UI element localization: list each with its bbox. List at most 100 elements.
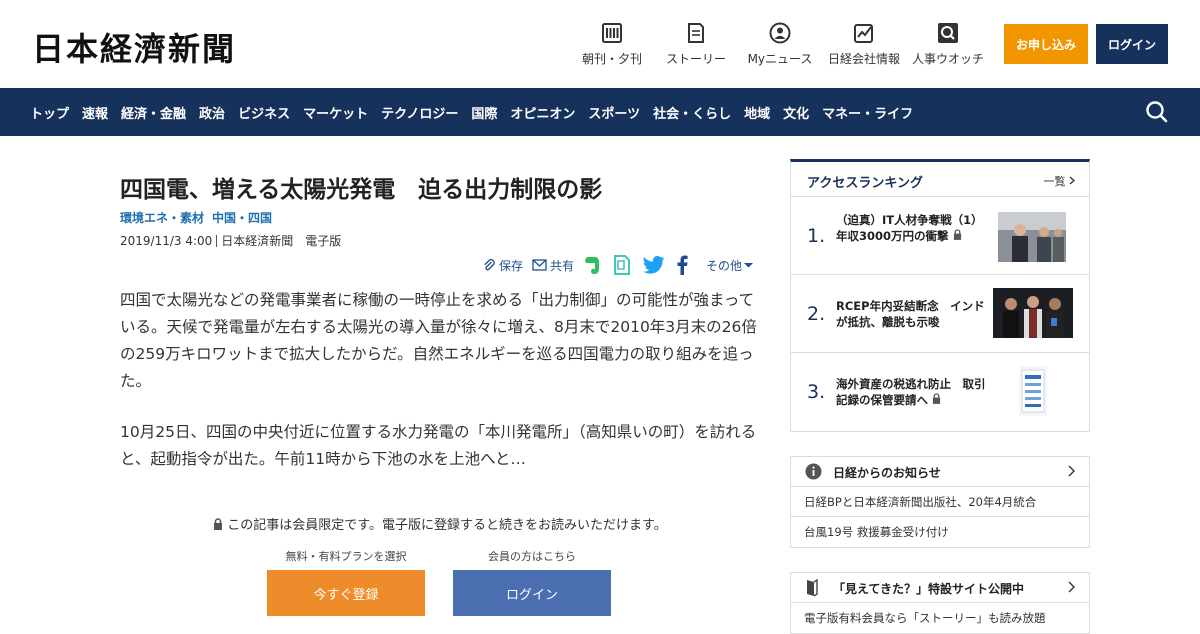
share-label: 共有 — [550, 258, 575, 273]
plan-select-label: 無料・有料プランを選択 — [285, 550, 407, 563]
access-ranking: アクセスランキング 一覧 1. （迫真）IT人材争奪戦（1） 年収3000万円の… — [790, 159, 1090, 432]
nav-story[interactable]: ストーリー — [651, 22, 741, 67]
search-icon[interactable] — [1145, 100, 1169, 124]
nav-newspaper-label: 朝刊・夕刊 — [581, 52, 642, 66]
register-now-button[interactable]: 今すぐ登録 — [267, 570, 425, 616]
top-header: 日本経濟新聞 朝刊・夕刊 ストーリー Myニュース 日経会社情報 人事ウオッチ … — [0, 0, 1200, 88]
share-button[interactable]: 共有 — [532, 257, 574, 274]
ranking-headline-text: （迫真）IT人材争奪戦（1） 年収3000万円の衝撃 — [836, 213, 989, 243]
promo-box: 「見えてきた？」特設サイト公開中 電子版有料会員なら「ストーリー」も読み放題 — [790, 572, 1090, 634]
ranking-number: 2. — [807, 303, 826, 325]
article-paragraph: 10月25日、四国の中央付近に位置する水力発電の「本川発電所」（高知県いの町）を… — [120, 423, 757, 468]
more-share-label: その他 — [706, 258, 743, 273]
promo-title: 「見えてきた？」特設サイト公開中 — [833, 582, 1025, 596]
ranking-item-3[interactable]: 3. 海外資産の税逃れ防止 取引記録の保管要請へ — [791, 353, 1089, 431]
note-button[interactable] — [613, 255, 634, 275]
ranking-thumbnail — [993, 288, 1073, 338]
category-list: トップ 速報 経済・金融 政治 ビジネス マーケット テクノロジー 国際 オピニ… — [30, 88, 913, 136]
article-paragraph: 四国で太陽光などの発電事業者に稼働の一時停止を求める「出力制御」の可能性が強まっ… — [120, 291, 757, 390]
nav-item-money-life[interactable]: マネー・ライフ — [822, 103, 913, 122]
facebook-icon — [677, 255, 688, 275]
article-meta: 2019/11/3 4:00 日本経済新聞 電子版 — [120, 232, 341, 249]
save-label: 保存 — [499, 258, 524, 273]
nav-item-breaking[interactable]: 速報 — [82, 103, 108, 122]
nav-item-culture[interactable]: 文化 — [783, 103, 809, 122]
nav-item-economy[interactable]: 経済・金融 — [121, 103, 186, 122]
user-icon — [769, 22, 791, 44]
nav-item-region[interactable]: 地域 — [744, 103, 770, 122]
article-title: 四国電、増える太陽光発電 迫る出力制限の影 — [120, 177, 603, 203]
apply-button[interactable]: お申し込み — [1004, 24, 1088, 64]
ranking-more-link[interactable]: 一覧 — [1044, 173, 1076, 189]
caret-down-icon — [744, 263, 754, 268]
paywall-notice: この記事は会員限定です。電子版に登録すると続きをお読みいただけます。 — [120, 514, 760, 533]
nav-company-info-label: 日経会社情報 — [827, 52, 900, 66]
lock-icon — [932, 393, 941, 404]
nav-item-market[interactable]: マーケット — [303, 103, 368, 122]
ranking-headline: 海外資産の税逃れ防止 取引記録の保管要請へ — [836, 376, 986, 408]
share-toolbar: 保存 共有 その他 — [482, 255, 765, 275]
more-share-button[interactable]: その他 — [706, 257, 756, 274]
nav-mynews[interactable]: Myニュース — [735, 22, 825, 67]
meta-divider — [216, 235, 218, 247]
nav-item-politics[interactable]: 政治 — [199, 103, 225, 122]
lock-icon — [214, 518, 223, 530]
category-navbar: トップ 速報 経済・金融 政治 ビジネス マーケット テクノロジー 国際 オピニ… — [0, 88, 1200, 136]
nav-mynews-label: Myニュース — [747, 52, 813, 66]
promo-item[interactable]: 電子版有料会員なら「ストーリー」も読み放題 — [791, 603, 1089, 633]
paperclip-icon — [484, 259, 495, 271]
mail-icon — [532, 259, 547, 271]
twitter-button[interactable] — [643, 256, 667, 274]
ranking-headline: （迫真）IT人材争奪戦（1） 年収3000万円の衝撃 — [836, 212, 988, 244]
nav-people-watch[interactable]: 人事ウオッチ — [903, 22, 993, 67]
story-icon — [688, 23, 704, 43]
nav-item-sports[interactable]: スポーツ — [588, 103, 640, 122]
nikkei-notices: 日経からのお知らせ 日経BPと日本経済新聞出版社、20年4月統合 台風19号 救… — [790, 456, 1090, 548]
info-icon — [805, 463, 822, 480]
facebook-button[interactable] — [676, 255, 691, 275]
evernote-icon — [585, 257, 600, 274]
lock-icon — [953, 229, 961, 240]
ranking-thumbnail — [998, 212, 1066, 262]
nav-item-society[interactable]: 社会・くらし — [653, 103, 731, 122]
nav-item-opinion[interactable]: オピニオン — [510, 103, 575, 122]
note-icon — [614, 255, 631, 275]
ranking-title: アクセスランキング — [807, 176, 923, 191]
nav-item-business[interactable]: ビジネス — [238, 103, 290, 122]
login-button[interactable]: ログイン — [1096, 24, 1168, 64]
company-icon — [854, 24, 873, 43]
nikkei-logo[interactable]: 日本経濟新聞 — [32, 24, 236, 70]
people-search-icon — [938, 23, 958, 43]
notices-header[interactable]: 日経からのお知らせ — [791, 457, 1089, 487]
nav-newspaper[interactable]: 朝刊・夕刊 — [567, 22, 657, 67]
member-login-button[interactable]: ログイン — [453, 570, 611, 616]
nav-people-watch-label: 人事ウオッチ — [911, 52, 984, 66]
ranking-headline: RCEP年内妥結断念 インドが抵抗、離脱も示唆 — [836, 299, 985, 329]
notices-title: 日経からのお知らせ — [833, 466, 941, 480]
tag-link[interactable]: 環境エネ・素材 — [120, 211, 204, 225]
member-label: 会員の方はこちら — [488, 550, 576, 563]
nav-story-label: ストーリー — [665, 52, 726, 66]
article-source: 日本経済新聞 電子版 — [221, 234, 342, 248]
paywall-text: この記事は会員限定です。電子版に登録すると続きをお読みいただけます。 — [227, 518, 667, 533]
newspaper-icon — [602, 23, 622, 43]
chevron-right-icon — [1068, 581, 1075, 593]
evernote-button[interactable] — [583, 255, 604, 275]
promo-header[interactable]: 「見えてきた？」特設サイト公開中 — [791, 573, 1089, 603]
ranking-header: アクセスランキング 一覧 — [791, 162, 1089, 197]
tag-link[interactable]: 中国・四国 — [212, 211, 272, 225]
notice-item[interactable]: 日経BPと日本経済新聞出版社、20年4月統合 — [791, 487, 1089, 517]
save-button[interactable]: 保存 — [482, 257, 523, 274]
notice-item[interactable]: 台風19号 救援募金受け付け — [791, 517, 1089, 547]
ranking-number: 3. — [807, 381, 826, 403]
ranking-item-1[interactable]: 1. （迫真）IT人材争奪戦（1） 年収3000万円の衝撃 — [791, 197, 1089, 275]
twitter-icon — [643, 256, 665, 274]
nav-item-top[interactable]: トップ — [30, 103, 69, 122]
article-date: 2019/11/3 4:00 — [120, 234, 213, 248]
ranking-thumbnail — [1019, 366, 1047, 416]
nav-item-international[interactable]: 国際 — [471, 103, 497, 122]
nav-item-technology[interactable]: テクノロジー — [381, 103, 458, 122]
bookmark-icon — [807, 579, 818, 597]
nav-company-info[interactable]: 日経会社情報 — [819, 22, 909, 67]
ranking-item-2[interactable]: 2. RCEP年内妥結断念 インドが抵抗、離脱も示唆 — [791, 275, 1089, 353]
